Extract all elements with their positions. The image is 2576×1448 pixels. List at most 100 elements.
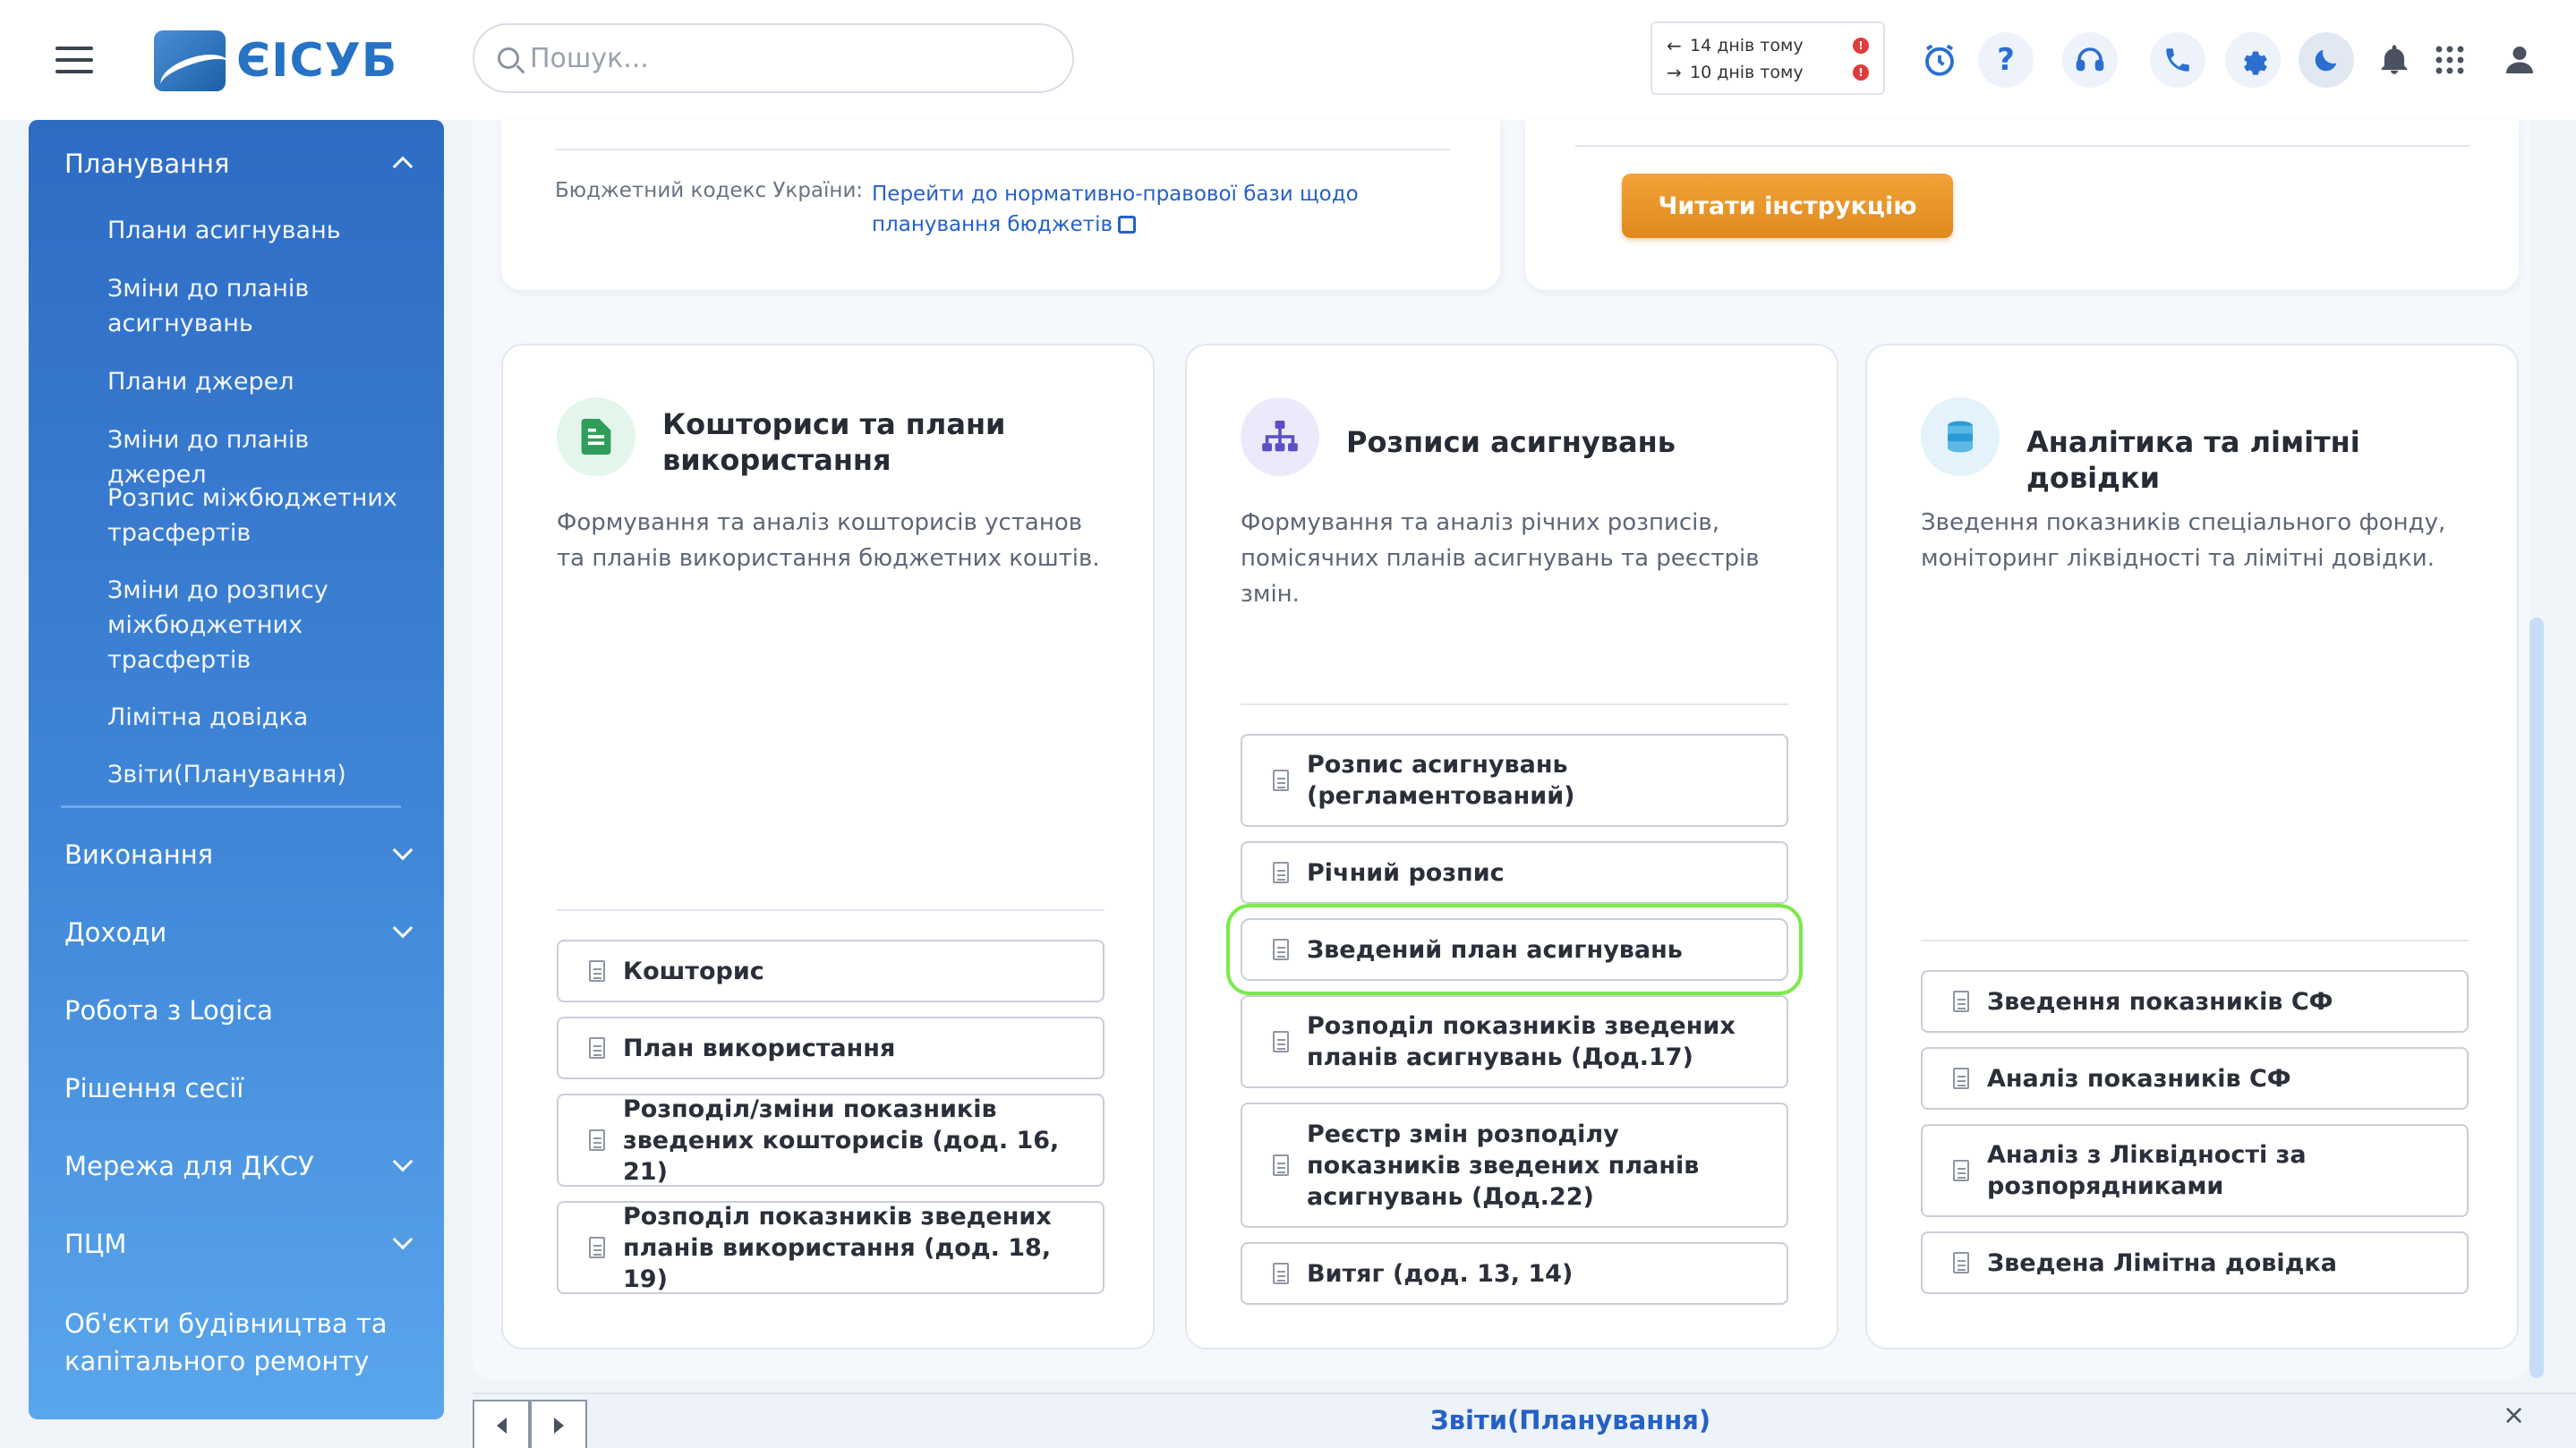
usage-plan-button[interactable]: План використання	[557, 1017, 1105, 1079]
chevron-up-icon[interactable]	[392, 156, 414, 177]
sidebar-item-interbudget-transfers[interactable]: Розпис міжбюджетних трасфертів	[107, 481, 412, 550]
search-box[interactable]	[473, 23, 1074, 93]
sidebar-group-pcm[interactable]: ПЦМ	[64, 1229, 126, 1259]
regulated-schedule-button[interactable]: Розпис асигнувань (регламентований)	[1241, 734, 1788, 827]
consolidated-limit-certificate-button[interactable]: Зведена Лімітна довідка	[1921, 1231, 2469, 1294]
document-icon	[1953, 991, 1969, 1012]
phone-icon[interactable]	[2150, 32, 2205, 88]
notifications-bell-icon[interactable]	[2367, 32, 2422, 88]
button-label: Реєстр змін розподілу показників зведени…	[1307, 1120, 1700, 1211]
plan-distribution-button[interactable]: Розподіл показників зведених планів асиг…	[1241, 995, 1788, 1088]
arrow-left-icon: ←	[1667, 35, 1682, 56]
date-indicator[interactable]: ← 14 днів тому ! → 10 днів тому !	[1651, 21, 1885, 95]
divider	[555, 149, 1450, 150]
dark-mode-moon-icon[interactable]	[2299, 32, 2354, 88]
sf-summary-button[interactable]: Зведення показників СФ	[1921, 970, 2469, 1033]
app-logo[interactable]: ЄІСУБ	[154, 30, 397, 91]
button-label: Зведена Лімітна довідка	[1987, 1248, 2337, 1277]
document-icon	[1273, 1031, 1289, 1052]
document-icon	[589, 1237, 605, 1258]
external-link-icon	[1118, 216, 1137, 234]
document-green-icon	[557, 397, 635, 476]
tab-planning-reports[interactable]: Звіти(Планування)	[1430, 1405, 1710, 1435]
document-icon	[1273, 939, 1289, 960]
button-label: Розподіл показників зведених планів асиг…	[1307, 1012, 1736, 1071]
extract-button[interactable]: Витяг (дод. 13, 14)	[1241, 1242, 1788, 1305]
card-description: Формування та аналіз кошторисів установ …	[557, 509, 1100, 572]
sidebar-group-planning[interactable]: Планування	[64, 149, 229, 179]
chevron-down-icon[interactable]	[392, 1151, 414, 1172]
changes-registry-button[interactable]: Реєстр змін розподілу показників зведени…	[1241, 1103, 1788, 1228]
button-label: Річний розпис	[1307, 858, 1505, 887]
annual-schedule-button[interactable]: Річний розпис	[1241, 841, 1788, 904]
sidebar-group-revenues[interactable]: Доходи	[64, 917, 166, 948]
sidebar-item-planning-reports[interactable]: Звіти(Планування)	[107, 757, 412, 792]
support-headset-icon[interactable]	[2062, 32, 2118, 88]
menu-hamburger-icon[interactable]	[55, 47, 93, 73]
tab-next-button[interactable]	[530, 1400, 587, 1448]
read-instruction-button[interactable]: Читати інструкцію	[1622, 174, 1953, 238]
estimate-distribution-button[interactable]: Розподіл/зміни показників зведених кошто…	[557, 1094, 1105, 1187]
divider	[1921, 940, 2469, 941]
bottom-tab-bar: Звіти(Планування) ×	[473, 1393, 2576, 1448]
close-icon[interactable]: ×	[2503, 1400, 2525, 1431]
sidebar-group-dksu-network[interactable]: Мережа для ДКСУ	[64, 1151, 314, 1181]
document-icon	[589, 960, 605, 982]
date-row-prev: ← 14 днів тому !	[1667, 32, 1869, 59]
sf-analysis-button[interactable]: Аналіз показників СФ	[1921, 1047, 2469, 1110]
card-title: Кошториси та плани використання	[662, 407, 1006, 477]
document-icon	[1953, 1252, 1969, 1273]
arrow-left-icon	[496, 1418, 507, 1434]
button-label: Аналіз з Ліквідності за розпорядниками	[1987, 1141, 2307, 1200]
card-description: Формування та аналіз річних розписів, по…	[1241, 509, 1760, 608]
arrow-right-icon: →	[1667, 62, 1682, 83]
tab-prev-button[interactable]	[473, 1400, 530, 1448]
sidebar-group-execution[interactable]: Виконання	[64, 839, 213, 870]
search-input[interactable]	[530, 42, 1031, 74]
date-text: 14 днів тому	[1690, 36, 1804, 55]
logo-emblem-icon	[154, 30, 226, 91]
budget-code-link[interactable]: Перейти до нормативно-правової бази щодо…	[872, 179, 1480, 240]
liquidity-analysis-button[interactable]: Аналіз з Ліквідності за розпорядниками	[1921, 1124, 2469, 1217]
document-icon	[589, 1037, 605, 1059]
button-label: Аналіз показників СФ	[1987, 1064, 2291, 1093]
divider	[1241, 703, 1788, 705]
estimate-button[interactable]: Кошторис	[557, 940, 1105, 1002]
top-bar: ЄІСУБ ← 14 днів тому ! → 10 днів тому ! …	[0, 0, 2576, 120]
button-label: Розподіл/зміни показників зведених кошто…	[623, 1095, 1060, 1186]
arrow-right-icon	[553, 1418, 564, 1434]
chevron-down-icon[interactable]	[392, 917, 414, 939]
consolidated-plan-button[interactable]: Зведений план асигнувань	[1226, 904, 1803, 995]
button-label: Зведення показників СФ	[1987, 987, 2333, 1016]
active-item-underline	[61, 805, 401, 808]
sidebar-group-logica[interactable]: Робота з Logica	[64, 995, 273, 1026]
card-description: Зведення показників спеціального фонду, …	[1921, 509, 2446, 572]
button-label: Зведений план асигнувань	[1307, 935, 1683, 964]
sidebar-group-session-decisions[interactable]: Рішення сесії	[64, 1073, 243, 1103]
help-icon[interactable]: ?	[1978, 32, 2034, 88]
divider	[1575, 145, 2470, 147]
chevron-down-icon[interactable]	[392, 1229, 414, 1250]
sidebar-item-limit-certificate[interactable]: Лімітна довідка	[107, 700, 412, 735]
sidebar-item-appropriation-plan-changes[interactable]: Зміни до планів асигнувань	[107, 271, 412, 341]
button-label: Розподіл показників зведених планів вико…	[623, 1202, 1052, 1293]
sidebar-item-interbudget-transfer-changes[interactable]: Зміни до розпису міжбюджетних трасфертів	[107, 573, 412, 677]
chevron-down-icon[interactable]	[392, 839, 414, 861]
coins-stack-icon	[1921, 397, 2000, 476]
apps-grid-icon[interactable]	[2422, 32, 2478, 88]
document-icon	[1953, 1160, 1969, 1181]
card-title: Розписи асигнувань	[1346, 425, 1676, 459]
card-appropriation-schedules: Розписи асигнувань Формування та аналіз …	[1185, 344, 1838, 1350]
hierarchy-icon	[1241, 397, 1319, 476]
settings-gear-icon[interactable]	[2225, 32, 2281, 88]
date-text: 10 днів тому	[1690, 63, 1804, 82]
sidebar-item-source-plans[interactable]: Плани джерел	[107, 364, 412, 399]
divider	[557, 909, 1105, 911]
usage-plan-distribution-button[interactable]: Розподіл показників зведених планів вико…	[557, 1201, 1105, 1294]
sidebar-item-appropriation-plans[interactable]: Плани асигнувань	[107, 213, 412, 248]
sidebar-group-construction-objects[interactable]: Об'єкти будівництва та капітального ремо…	[64, 1305, 405, 1380]
budget-code-link-text[interactable]: Перейти до нормативно-правової бази щодо…	[872, 183, 1359, 236]
user-avatar-icon[interactable]	[2492, 32, 2547, 88]
alarm-clock-icon[interactable]	[1912, 32, 1967, 88]
vertical-scrollbar[interactable]	[2529, 618, 2544, 1378]
